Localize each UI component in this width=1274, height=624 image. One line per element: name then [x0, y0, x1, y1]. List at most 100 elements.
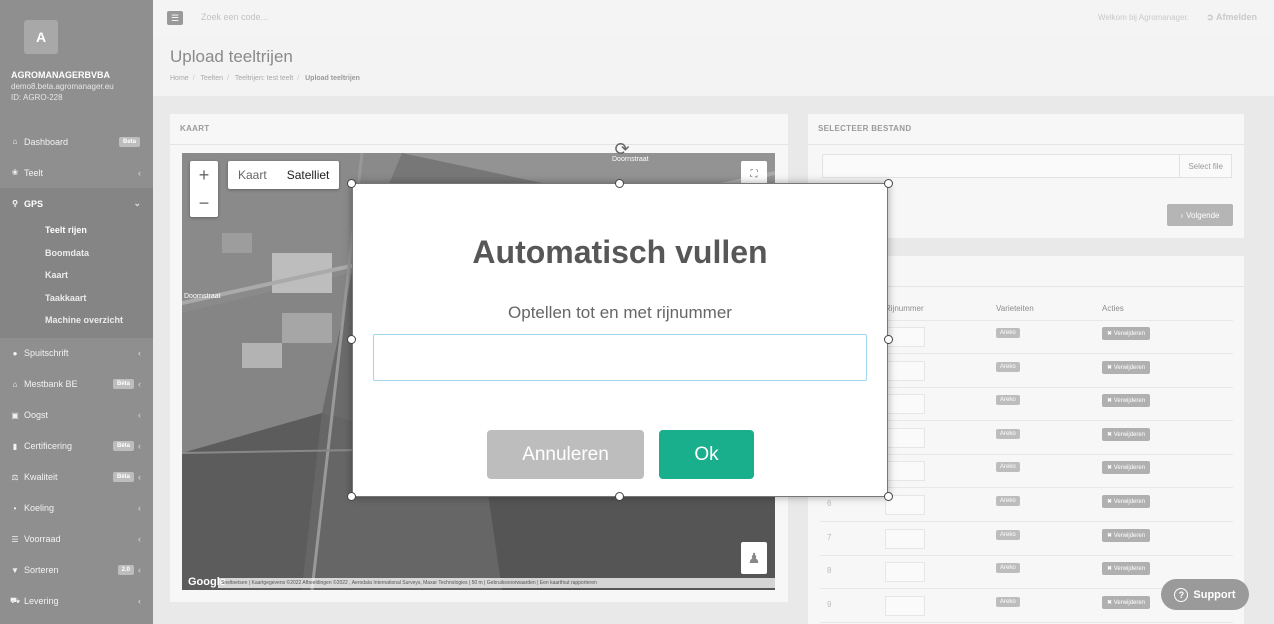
pegman-icon: ♟	[747, 549, 761, 566]
row-number-field[interactable]	[885, 360, 925, 381]
sidebar-item-levering[interactable]: ⛟ Levering ‹	[0, 586, 153, 617]
resize-handle[interactable]	[884, 492, 893, 501]
map-pin-icon: ⚲	[12, 199, 18, 208]
welcome-text: Welkom bij Agromanager.	[1097, 13, 1189, 22]
sidebar-item-label: Certificering	[24, 441, 73, 451]
variety-tag: Areko	[996, 361, 1020, 372]
variety-tag: Areko	[996, 529, 1020, 540]
fullscreen-icon: ⛶	[750, 168, 758, 180]
map-attribution: Sneltoetsen | Kaartgegevens ©2022 Afbeel…	[218, 578, 775, 588]
chevron-left-icon: ‹	[138, 441, 141, 451]
select-file-button[interactable]: Select file	[1179, 155, 1231, 177]
chevron-left-icon: ‹	[138, 565, 141, 575]
row-number-input[interactable]	[373, 334, 867, 381]
map-type-control: Kaart Satelliet	[228, 161, 340, 189]
resize-handle[interactable]	[347, 492, 356, 501]
chevron-right-icon: ›	[1180, 210, 1184, 220]
ok-button[interactable]: Ok	[659, 430, 754, 479]
map-type-satellite-button[interactable]: Satelliet	[277, 161, 340, 189]
beta-badge: Beta	[118, 136, 140, 147]
sidebar-item-voorraad[interactable]: ☰ Voorraad ‹	[0, 524, 153, 555]
hamburger-icon: ☰	[170, 12, 180, 23]
file-panel-title: SELECTEER BESTAND	[818, 124, 912, 133]
table-divider	[820, 554, 1233, 556]
breadcrumb-home[interactable]: Home	[170, 75, 189, 82]
resize-handle[interactable]	[347, 179, 356, 188]
thermometer-icon: •	[13, 503, 17, 513]
sidebar-subitem-machine-overzicht[interactable]: Machine overzicht	[0, 309, 153, 332]
row-number-field[interactable]	[885, 394, 925, 415]
delete-row-button[interactable]: ✖ Verwijderen	[1102, 360, 1151, 374]
delete-label: Verwijderen	[1113, 499, 1146, 505]
sidebar-subitem-taakkaart[interactable]: Taakkaart	[0, 287, 153, 310]
row-number-field[interactable]	[885, 562, 925, 583]
sidebar-nav: ⌂ Dashboard Beta ❀ Teelt ‹ ⚲ GPS ⌄ Teelt…	[0, 126, 153, 617]
resize-handle[interactable]	[615, 179, 624, 188]
resize-handle[interactable]	[615, 492, 624, 501]
chevron-left-icon: ‹	[138, 534, 141, 544]
row-number: 6	[827, 499, 832, 508]
menu-toggle-button[interactable]: ☰	[167, 11, 183, 25]
delete-row-button[interactable]: ✖ Verwijderen	[1102, 562, 1151, 576]
column-header-varieteiten: Varieteiten	[996, 304, 1034, 313]
delete-label: Verwijderen	[1113, 331, 1146, 337]
resize-handle[interactable]	[347, 335, 356, 344]
sidebar-item-koeling[interactable]: • Koeling ‹	[0, 493, 153, 524]
beta-badge: Bèta	[112, 441, 134, 451]
logout-label: Afmelden	[1215, 12, 1257, 22]
next-button[interactable]: › Volgende	[1167, 204, 1233, 226]
breadcrumb-teelten[interactable]: Teelten	[200, 75, 223, 82]
chevron-left-icon: ‹	[138, 167, 141, 178]
row-number: 8	[827, 566, 832, 576]
variety-tag: Areko	[996, 328, 1020, 338]
divider	[808, 144, 1244, 145]
logout-link[interactable]: ➲ Afmelden	[1206, 12, 1257, 23]
breadcrumb-teeltrijen[interactable]: Teeltrijen: test teelt	[235, 75, 293, 82]
delete-row-button[interactable]: ✖ Verwijderen	[1102, 427, 1151, 441]
row-number-field[interactable]	[885, 461, 925, 482]
sidebar-subitem-kaart[interactable]: Kaart	[0, 264, 153, 287]
delete-row-button[interactable]: ✖ Verwijderen	[1102, 495, 1151, 508]
sidebar-item-certificering[interactable]: ▮ Certificering Bèta ‹	[0, 431, 153, 462]
sidebar-subitem-teelt-rijen[interactable]: Teelt rijen	[0, 219, 153, 242]
sidebar-item-kwaliteit[interactable]: ⚖ Kwaliteit Bèta ‹	[0, 462, 153, 493]
variety-tag: Areko	[996, 428, 1020, 439]
cancel-button[interactable]: Annuleren	[487, 430, 644, 479]
rotate-handle-icon[interactable]: ⟳	[611, 138, 633, 160]
street-view-button[interactable]: ♟	[741, 542, 767, 574]
close-icon: ✖	[1107, 499, 1114, 505]
variety-tag: Areko	[996, 596, 1020, 607]
map-type-kaart-button[interactable]: Kaart	[228, 161, 277, 189]
delete-row-button[interactable]: ✖ Verwijderen	[1102, 528, 1151, 542]
delete-row-button[interactable]: ✖ Verwijderen	[1102, 595, 1151, 609]
row-number: 7	[827, 532, 832, 542]
delete-row-button[interactable]: ✖ Verwijderen	[1102, 327, 1151, 340]
file-input[interactable]: Select file	[822, 154, 1232, 178]
resize-handle[interactable]	[884, 179, 893, 188]
avatar[interactable]: A	[24, 20, 58, 54]
sidebar-item-sorteren[interactable]: ▼ Sorteren 2.0 ‹	[0, 555, 153, 586]
sidebar-subitem-boomdata[interactable]: Boomdata	[0, 242, 153, 265]
sidebar-item-spuitschrift[interactable]: ● Spuitschrift ‹	[0, 338, 153, 369]
row-number-field[interactable]	[885, 528, 925, 549]
breadcrumb: Home / Teelten / Teeltrijen: test teelt / U…	[170, 75, 360, 82]
sidebar-item-teelt[interactable]: ❀ Teelt ‹	[0, 157, 153, 188]
code-search-input[interactable]: Zoek een code...	[201, 12, 268, 22]
sidebar-item-mestbank[interactable]: ⌂ Mestbank BE Bèta ‹	[0, 369, 153, 400]
zoom-in-button[interactable]: +	[190, 161, 218, 189]
sidebar-item-label: Koeling	[24, 503, 55, 513]
resize-handle[interactable]	[884, 335, 893, 344]
row-number-field[interactable]	[885, 427, 925, 448]
delete-row-button[interactable]: ✖ Verwijderen	[1102, 461, 1151, 475]
delete-row-button[interactable]: ✖ Verwijderen	[1102, 394, 1151, 408]
company-name: AGROMANAGERBVBA	[11, 70, 110, 80]
row-number-field[interactable]	[885, 595, 925, 616]
sidebar-item-dashboard[interactable]: ⌂ Dashboard Beta	[0, 126, 153, 157]
sidebar-item-gps[interactable]: ⚲ GPS ⌄	[0, 188, 153, 219]
list-icon: ☰	[11, 534, 19, 544]
support-button[interactable]: ? Support	[1161, 579, 1249, 610]
sidebar-item-oogst[interactable]: ▣ Oogst ‹	[0, 400, 153, 431]
sidebar-item-label: Levering	[24, 596, 59, 606]
dialog-label: Optellen tot en met rijnummer	[508, 303, 732, 322]
zoom-out-button[interactable]: −	[190, 189, 218, 217]
